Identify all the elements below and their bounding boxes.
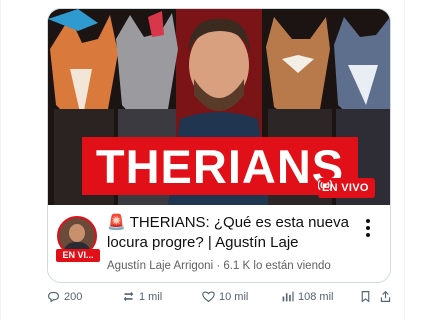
reply-count: 200 bbox=[64, 290, 83, 303]
video-thumbnail[interactable]: THERIANS EN VIVO bbox=[48, 9, 390, 205]
thumbnail-banner: THERIANS bbox=[82, 137, 358, 195]
broadcast-icon bbox=[318, 179, 332, 191]
like-button[interactable]: 10 mil bbox=[202, 290, 248, 303]
avatar-live-label: EN VI... bbox=[56, 249, 100, 262]
siren-icon: 🚨 bbox=[107, 214, 126, 231]
avatar-face bbox=[69, 224, 85, 242]
more-options-icon[interactable] bbox=[361, 217, 375, 239]
repost-count: 1 mil bbox=[139, 290, 163, 303]
bookmark-button[interactable] bbox=[359, 290, 372, 303]
youtube-link-card[interactable]: THERIANS EN VIVO EN VI... 🚨 THERIANS: ¿Qu… bbox=[47, 8, 391, 283]
views-count: 108 mil bbox=[298, 290, 334, 303]
views-chart-icon bbox=[282, 291, 294, 302]
timeline-divider-right bbox=[404, 0, 405, 320]
video-info: EN VI... 🚨 THERIANS: ¿Qué es esta nueva l… bbox=[48, 205, 390, 282]
tweet-actions: 200 1 mil 10 mil 108 mil bbox=[47, 290, 393, 310]
share-button[interactable] bbox=[379, 290, 392, 303]
heart-icon bbox=[202, 291, 215, 303]
banner-text: THERIANS bbox=[95, 139, 345, 193]
repost-icon bbox=[123, 291, 134, 302]
video-title[interactable]: 🚨 THERIANS: ¿Qué es esta nueva locura pro… bbox=[107, 213, 357, 253]
bookmark-icon bbox=[361, 291, 370, 303]
live-badge: EN VIVO bbox=[318, 178, 375, 198]
timeline-divider-left bbox=[0, 0, 1, 320]
reply-icon bbox=[48, 291, 59, 303]
views-button[interactable]: 108 mil bbox=[281, 290, 333, 303]
like-count: 10 mil bbox=[219, 290, 249, 303]
video-title-text: THERIANS: ¿Qué es esta nueva locura prog… bbox=[107, 214, 349, 251]
repost-button[interactable]: 1 mil bbox=[122, 290, 162, 303]
reply-button[interactable]: 200 bbox=[47, 290, 82, 303]
share-icon bbox=[380, 290, 391, 302]
video-meta: Agustín Laje Arrigoni · 6.1 K lo están v… bbox=[107, 260, 331, 272]
